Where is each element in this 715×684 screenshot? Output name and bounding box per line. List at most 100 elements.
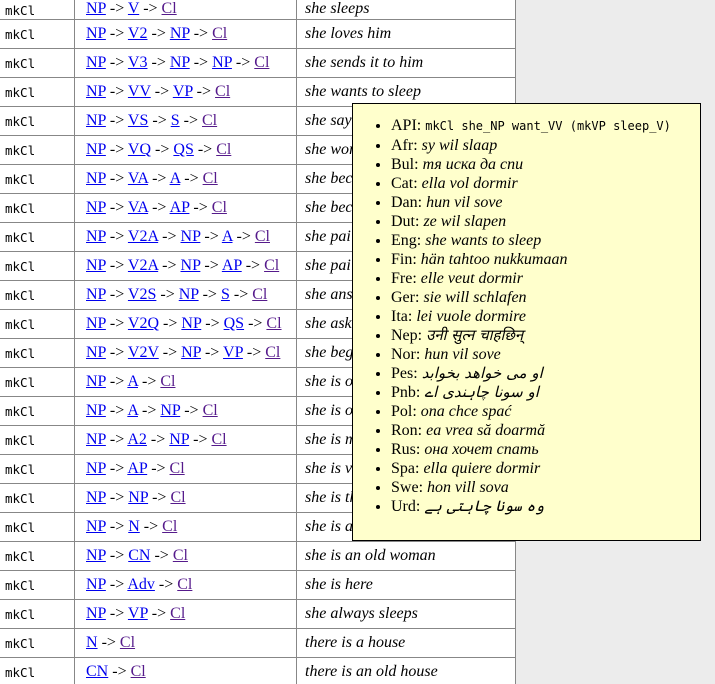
category-link[interactable]: AP — [127, 460, 147, 477]
category-link[interactable]: NP — [86, 344, 106, 361]
category-link[interactable]: A — [170, 170, 181, 187]
category-link[interactable]: NP — [181, 344, 201, 361]
category-link[interactable]: V3 — [128, 54, 148, 71]
category-link[interactable]: NP — [181, 228, 201, 245]
category-link[interactable]: V2A — [128, 257, 158, 274]
category-link[interactable]: N — [86, 634, 98, 651]
category-link[interactable]: NP — [86, 0, 106, 17]
category-link[interactable]: Cl — [173, 547, 188, 564]
category-link[interactable]: VP — [173, 83, 193, 100]
category-link[interactable]: Cl — [211, 431, 226, 448]
arrow-separator: -> — [193, 83, 215, 100]
category-link[interactable]: Cl — [252, 286, 267, 303]
category-link[interactable]: A2 — [127, 431, 147, 448]
category-link[interactable]: NP — [212, 54, 232, 71]
category-link[interactable]: V2A — [128, 228, 158, 245]
translation-item: Dan: hun vil sove — [391, 194, 694, 211]
category-link[interactable]: Cl — [170, 489, 185, 506]
category-link[interactable]: N — [128, 518, 140, 535]
category-link[interactable]: NP — [170, 25, 190, 42]
category-link[interactable]: NP — [86, 576, 106, 593]
category-link[interactable]: NP — [86, 315, 106, 332]
category-link[interactable]: Cl — [162, 518, 177, 535]
category-link[interactable]: Cl — [212, 25, 227, 42]
arrow-separator: -> — [199, 286, 221, 303]
category-link[interactable]: VP — [223, 344, 243, 361]
category-link[interactable]: S — [171, 112, 180, 129]
category-link[interactable]: QS — [173, 141, 193, 158]
category-link[interactable]: NP — [86, 228, 106, 245]
category-link[interactable]: Cl — [203, 170, 218, 187]
table-row: mkClNP -> Adv -> Clshe is here — [0, 571, 516, 600]
category-link[interactable]: NP — [169, 431, 189, 448]
category-link[interactable]: NP — [86, 54, 106, 71]
category-link[interactable]: CN — [86, 663, 108, 680]
category-link[interactable]: NP — [86, 112, 106, 129]
category-link[interactable]: NP — [181, 315, 201, 332]
category-link[interactable]: VS — [128, 112, 148, 129]
category-link[interactable]: NP — [86, 257, 106, 274]
category-link[interactable]: Cl — [177, 576, 192, 593]
category-link[interactable]: VA — [128, 199, 148, 216]
category-link[interactable]: Cl — [120, 634, 135, 651]
translation-item: Pes: او می خواهد بخوابد — [391, 365, 694, 382]
category-link[interactable]: VQ — [128, 141, 151, 158]
category-link[interactable]: NP — [160, 402, 180, 419]
category-link[interactable]: NP — [86, 373, 106, 390]
category-link[interactable]: CN — [128, 547, 150, 564]
category-link[interactable]: AP — [222, 257, 242, 274]
category-link[interactable]: VA — [128, 170, 148, 187]
category-link[interactable]: V2S — [128, 286, 156, 303]
category-link[interactable]: V2V — [128, 344, 159, 361]
category-link[interactable]: V2Q — [128, 315, 159, 332]
category-link[interactable]: NP — [86, 460, 106, 477]
category-link[interactable]: NP — [86, 83, 106, 100]
category-link[interactable]: Adv — [127, 576, 155, 593]
category-link[interactable]: NP — [86, 605, 106, 622]
category-link[interactable]: A — [127, 402, 138, 419]
category-link[interactable]: Cl — [170, 605, 185, 622]
category-link[interactable]: NP — [86, 199, 106, 216]
category-link[interactable]: Cl — [265, 344, 280, 361]
category-link[interactable]: NP — [86, 141, 106, 158]
category-link[interactable]: Cl — [162, 0, 177, 17]
category-link[interactable]: Cl — [254, 54, 269, 71]
category-link[interactable]: V2 — [128, 25, 148, 42]
category-link[interactable]: Cl — [212, 199, 227, 216]
category-link[interactable]: NP — [86, 286, 106, 303]
category-link[interactable]: A — [222, 228, 233, 245]
category-link[interactable]: Cl — [215, 83, 230, 100]
category-link[interactable]: VP — [128, 605, 148, 622]
category-link[interactable]: Cl — [216, 141, 231, 158]
example-cell: she is here — [297, 571, 516, 600]
category-link[interactable]: AP — [170, 199, 190, 216]
category-link[interactable]: NP — [86, 518, 106, 535]
category-link[interactable]: Cl — [160, 373, 175, 390]
arrow-separator: -> — [106, 257, 128, 274]
category-link[interactable]: VV — [128, 83, 151, 100]
category-link[interactable]: NP — [86, 489, 106, 506]
category-link[interactable]: Cl — [202, 112, 217, 129]
category-link[interactable]: Cl — [203, 402, 218, 419]
category-link[interactable]: NP — [86, 402, 106, 419]
category-link[interactable]: NP — [179, 286, 199, 303]
category-link[interactable]: Cl — [131, 663, 146, 680]
category-link[interactable]: Cl — [266, 315, 281, 332]
category-link[interactable]: NP — [181, 257, 201, 274]
category-link[interactable]: Cl — [255, 228, 270, 245]
category-link[interactable]: NP — [86, 547, 106, 564]
category-link[interactable]: S — [221, 286, 230, 303]
category-link[interactable]: NP — [86, 431, 106, 448]
category-link[interactable]: NP — [86, 170, 106, 187]
function-name-cell: mkCl — [0, 513, 75, 542]
translation-item: Spa: ella quiere dormir — [391, 460, 694, 477]
category-link[interactable]: QS — [224, 315, 244, 332]
category-link[interactable]: NP — [86, 25, 106, 42]
category-link[interactable]: NP — [170, 54, 190, 71]
category-link[interactable]: Cl — [170, 460, 185, 477]
category-link[interactable]: A — [127, 373, 138, 390]
category-link[interactable]: Cl — [264, 257, 279, 274]
category-link[interactable]: NP — [128, 489, 148, 506]
category-link[interactable]: V — [128, 0, 139, 17]
arrow-separator: -> — [148, 199, 169, 216]
